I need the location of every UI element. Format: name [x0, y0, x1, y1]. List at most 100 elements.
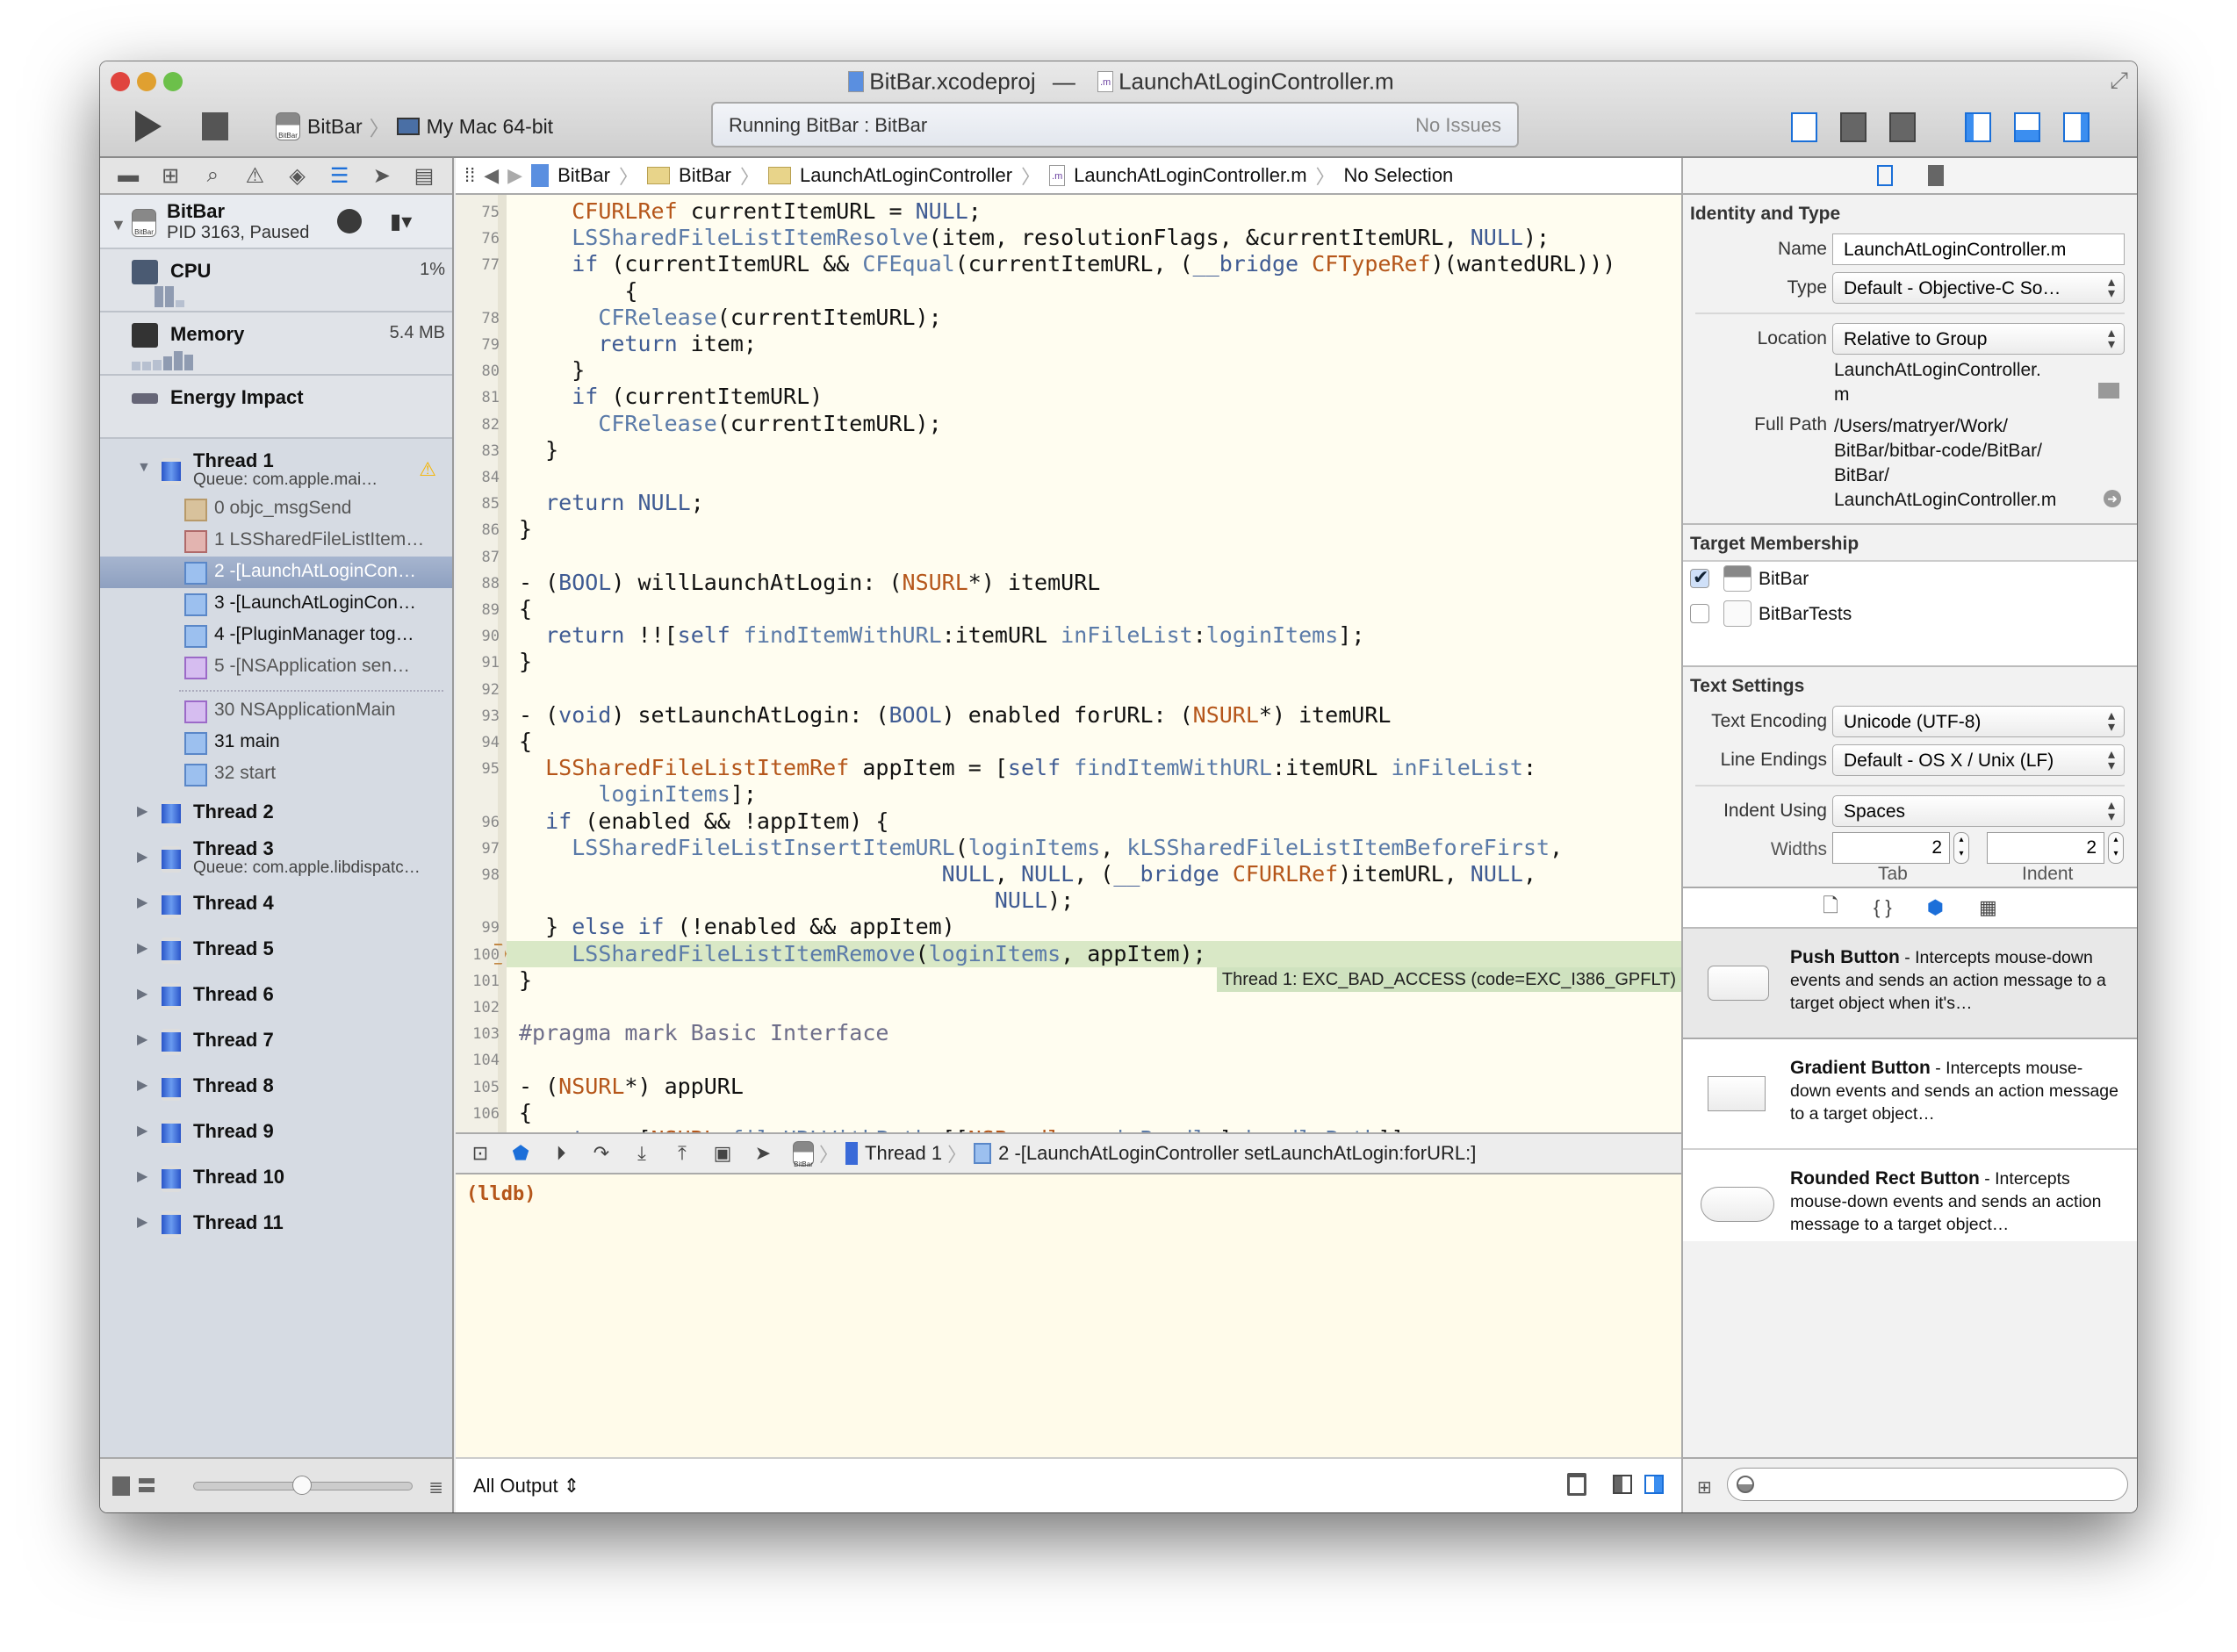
file-inspector-icon[interactable] [1876, 165, 1893, 186]
search-icon[interactable]: ⌕ [200, 163, 225, 187]
code-line[interactable]: LSSharedFileListItemResolve(item, resolu… [519, 225, 1550, 251]
name-field[interactable]: LaunchAtLoginController.m [1832, 233, 2125, 265]
standard-editor-icon[interactable] [1791, 112, 1817, 142]
breakpoints-toggle-icon[interactable]: ⬟ [510, 1142, 531, 1164]
debug-frame[interactable]: 2 -[LaunchAtLoginController setLaunchAtL… [998, 1142, 1476, 1165]
stack-frame[interactable]: 32 start [100, 758, 452, 790]
code-line[interactable]: { [519, 278, 637, 305]
compress-stack-icon[interactable] [139, 1478, 155, 1492]
indent-width-stepper[interactable]: ▴ ▾ [2108, 832, 2124, 864]
back-arrow-icon[interactable]: ◀ [484, 164, 499, 187]
library-item[interactable]: Gradient Button - Intercepts mouse-down … [1683, 1039, 2137, 1150]
version-editor-icon[interactable] [1889, 112, 1916, 142]
stack-frame[interactable]: 0 objc_msgSend [100, 493, 452, 525]
target-checkbox[interactable] [1690, 604, 1709, 623]
project-navigator-icon[interactable]: ▬ [116, 163, 140, 187]
thread-row[interactable]: ▶ Thread 9 [100, 1110, 452, 1155]
code-line[interactable]: } [519, 357, 585, 384]
issues-status[interactable]: No Issues [1415, 114, 1501, 137]
code-line[interactable]: return NULL; [519, 490, 704, 516]
code-line[interactable]: LSSharedFileListInsertItemURL(loginItems… [519, 835, 1563, 861]
view-debugger-icon[interactable]: ▣ [712, 1142, 733, 1164]
line-endings-select[interactable]: Default - OS X / Unix (LF) ▴ ▾ [1832, 744, 2125, 776]
code-line[interactable]: - (BOOL) willLaunchAtLogin: (NSURL*) ite… [519, 570, 1100, 596]
output-filter-select[interactable]: All Output ⇕ [473, 1475, 579, 1498]
jumpbar-symbol[interactable]: No Selection [1344, 164, 1454, 187]
stack-compression-slider[interactable] [193, 1476, 413, 1495]
disclosure-triangle-icon[interactable]: ▶ [137, 1122, 147, 1139]
object-library-icon[interactable]: ⬢ [1927, 896, 1944, 919]
tab-width-stepper[interactable]: ▴ ▾ [1953, 832, 1969, 864]
variables-view-toggle-icon[interactable] [1613, 1475, 1632, 1494]
disclosure-triangle-icon[interactable]: ▶ [137, 1076, 147, 1094]
code-line[interactable]: #pragma mark Basic Interface [519, 1020, 888, 1046]
code-line[interactable]: } [519, 516, 532, 542]
stack-frame[interactable]: 30 NSApplicationMain [100, 695, 452, 727]
disclosure-triangle-icon[interactable]: ▶ [137, 802, 147, 820]
energy-gauge[interactable]: Energy Impact [100, 376, 452, 439]
hide-debug-area-icon[interactable]: ⊡ [470, 1142, 491, 1164]
navigator-toggle-icon[interactable] [1965, 112, 1991, 142]
code-line[interactable]: if (enabled && !appItem) { [519, 808, 888, 835]
thread-row[interactable]: ▶ Thread 2 [100, 790, 452, 836]
code-line[interactable]: CFURLRef currentItemURL = NULL; [519, 198, 982, 225]
thread-row[interactable]: ▶ Thread 3 Queue: com.apple.libdispatc… [100, 836, 452, 881]
thread-row[interactable]: ▶ Thread 8 [100, 1064, 452, 1110]
code-snippet-library-icon[interactable]: { } [1874, 896, 1892, 919]
thread-row[interactable]: ▶ Thread 4 [100, 881, 452, 927]
issue-warning-icon[interactable]: ⚠ [242, 164, 267, 188]
location-select[interactable]: Relative to Group ▴ ▾ [1832, 323, 2125, 355]
log-navigator-icon[interactable]: ▤ [412, 164, 436, 188]
debug-navigator-icon[interactable]: ☰ [327, 164, 352, 188]
step-into-icon[interactable]: ⤓ [631, 1142, 652, 1164]
disclosure-triangle-icon[interactable]: ▶ [137, 1031, 147, 1048]
thread-row[interactable]: ▶ Thread 6 [100, 973, 452, 1018]
memory-gauge[interactable]: Memory 5.4 MB [100, 312, 452, 376]
code-line[interactable]: NULL, NULL, (__bridge CFURLRef)itemURL, … [519, 861, 1536, 887]
disclosure-triangle-icon[interactable]: ▶ [137, 1213, 147, 1231]
jumpbar-subgroup[interactable]: LaunchAtLoginController [800, 164, 1012, 187]
code-line[interactable]: - (NSURL*) appURL [519, 1074, 744, 1100]
step-out-icon[interactable]: ⤒ [672, 1142, 693, 1164]
target-checkbox[interactable] [1690, 566, 1709, 589]
quick-help-icon[interactable] [1927, 165, 1944, 186]
stack-frame[interactable]: 4 -[PluginManager tog… [100, 620, 452, 651]
tab-width-field[interactable]: 2 [1832, 832, 1950, 864]
thread-row[interactable]: ▶ Thread 5 [100, 927, 452, 973]
continue-icon[interactable]: ⏵ [550, 1142, 572, 1164]
jumpbar-file[interactable]: LaunchAtLoginController.m [1074, 164, 1306, 187]
code-area[interactable]: 75 76 77 78 79 80 81 82 83 84 85 86 87 88 89 90 91 92 93 94… [456, 195, 1681, 1132]
target-row[interactable]: BitBar [1683, 562, 2137, 597]
thread-display-icon[interactable]: ▮▾ [390, 209, 412, 234]
lldb-console[interactable]: (lldb) [456, 1174, 1681, 1457]
file-template-library-icon[interactable]: 🗋 [1823, 891, 1838, 924]
code-line[interactable]: } [519, 967, 532, 994]
code-line[interactable]: NULL); [519, 887, 1074, 914]
stack-frame-selected[interactable]: 2 -[LaunchAtLoginCon… [100, 557, 452, 588]
code-line[interactable]: } else if (!enabled && appItem) [519, 914, 955, 940]
line-number-gutter[interactable]: 75 76 77 78 79 80 81 82 83 84 85 86 87 88 89 90 91 92 93 94… [456, 195, 507, 1132]
thread-row[interactable]: ▶ Thread 11 [100, 1201, 452, 1246]
utilities-toggle-icon[interactable] [2063, 112, 2090, 142]
console-view-toggle-icon[interactable] [1644, 1475, 1664, 1494]
library-filter-input[interactable] [1727, 1468, 2128, 1501]
process-row[interactable]: ▼ BitBar BitBar PID 3163, Paused ▮▾ [100, 195, 452, 249]
jumpbar-group[interactable]: BitBar [679, 164, 731, 187]
code-line[interactable]: LSSharedFileListItemRef appItem = [self … [519, 755, 1536, 781]
code-line[interactable]: { [519, 596, 532, 622]
test-navigator-icon[interactable]: ◈ [285, 164, 310, 188]
code-line[interactable]: - (void) setLaunchAtLogin: (BOOL) enable… [519, 702, 1391, 729]
fullscreen-icon[interactable]: ⤢ [2110, 67, 2128, 95]
run-button[interactable] [135, 111, 162, 142]
target-row[interactable]: BitBarTests [1683, 597, 2137, 632]
related-items-icon[interactable]: ⁞⁞ [464, 164, 475, 187]
indent-using-select[interactable]: Spaces ▴ ▾ [1832, 795, 2125, 827]
stack-frame[interactable]: 5 -[NSApplication sen… [100, 651, 452, 683]
indent-width-field[interactable]: 2 [1987, 832, 2104, 864]
stack-frame[interactable]: 31 main [100, 727, 452, 758]
code-line[interactable]: { [519, 1100, 532, 1126]
library-item[interactable]: Rounded Rect Button - Intercepts mouse-d… [1683, 1150, 2137, 1241]
folder-icon[interactable] [2098, 383, 2119, 399]
code-line[interactable]: return [NSURL fileURLWithPath:[[NSBundle… [519, 1126, 1417, 1132]
thread-row[interactable]: ▼ Thread 1 Queue: com.apple.mai… ⚠ [100, 448, 452, 493]
